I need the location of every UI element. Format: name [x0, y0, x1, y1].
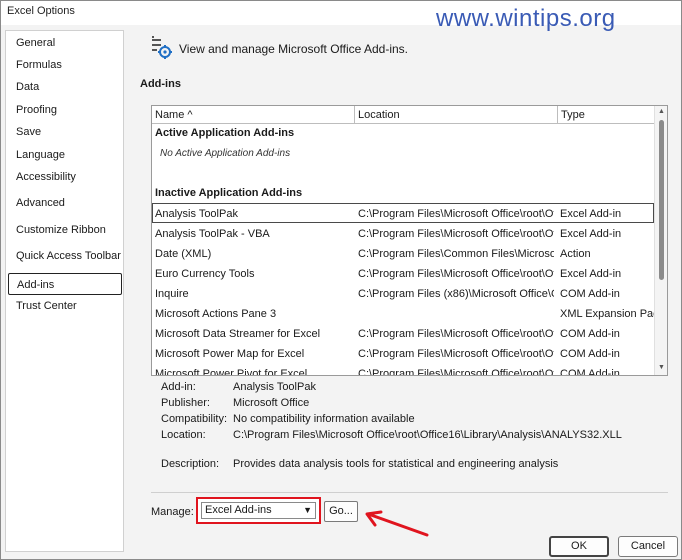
- red-arrow-icon: [365, 510, 429, 537]
- cell-name: Date (XML): [155, 248, 212, 260]
- cell-location: C:\Program Files\Common Files\Microsoft: [358, 248, 554, 260]
- nav-item-accessibility[interactable]: Accessibility: [8, 166, 122, 188]
- group-inactive-heading: Inactive Application Add-ins: [155, 187, 303, 199]
- header-text: View and manage Microsoft Office Add-ins…: [179, 42, 409, 56]
- scroll-thumb[interactable]: [659, 120, 664, 280]
- excel-options-window: Excel Options www.wintips.org General Fo…: [0, 0, 682, 560]
- column-header-type[interactable]: Type: [558, 106, 655, 124]
- vertical-scrollbar[interactable]: ▲ ▼: [654, 106, 667, 375]
- cell-name: Euro Currency Tools: [155, 268, 255, 280]
- table-row[interactable]: Microsoft Data Streamer for Excel C:\Pro…: [152, 324, 654, 344]
- table-row[interactable]: Microsoft Power Map for Excel C:\Program…: [152, 344, 654, 364]
- detail-label-location: Location:: [161, 429, 206, 441]
- cell-name: Inquire: [155, 288, 189, 300]
- detail-label-publisher: Publisher:: [161, 397, 210, 409]
- ok-button[interactable]: OK: [549, 536, 609, 557]
- cell-type: COM Add-in: [560, 368, 620, 376]
- nav-item-trust-center[interactable]: Trust Center: [8, 295, 122, 317]
- cell-type: Excel Add-in: [560, 268, 622, 280]
- cell-location: C:\Program Files (x86)\Microsoft Office\…: [358, 288, 554, 300]
- no-active-addins-text: No Active Application Add-ins: [160, 148, 291, 159]
- cancel-button[interactable]: Cancel: [618, 536, 678, 557]
- scroll-down-icon[interactable]: ▼: [658, 364, 665, 371]
- cell-name: Analysis ToolPak: [155, 208, 238, 220]
- cell-type: Action: [560, 248, 591, 260]
- cell-type: Excel Add-in: [560, 208, 622, 220]
- detail-value-compatibility: No compatibility information available: [233, 413, 415, 425]
- window-title: Excel Options: [7, 5, 75, 17]
- cell-type: Excel Add-in: [560, 228, 622, 240]
- addins-list[interactable]: Name ^ Location Type Active Application …: [151, 105, 668, 376]
- manage-select[interactable]: Excel Add-ins ▼: [201, 502, 316, 519]
- cell-location: C:\Program Files\Microsoft Office\root\O…: [358, 348, 554, 360]
- table-row[interactable]: Analysis ToolPak C:\Program Files\Micros…: [152, 203, 654, 223]
- manage-label: Manage:: [151, 506, 194, 518]
- nav-item-advanced[interactable]: Advanced: [8, 192, 122, 214]
- cell-name: Analysis ToolPak - VBA: [155, 228, 270, 240]
- manage-select-value: Excel Add-ins: [205, 504, 272, 516]
- table-row[interactable]: Microsoft Actions Pane 3 XML Expansion P…: [152, 304, 655, 324]
- addins-gear-icon: [152, 36, 172, 59]
- title-bar: Excel Options www.wintips.org: [1, 1, 681, 32]
- column-header-location[interactable]: Location: [355, 106, 558, 124]
- detail-value-description: Provides data analysis tools for statist…: [233, 458, 559, 470]
- divider: [151, 492, 668, 493]
- cell-location: C:\Program Files\Microsoft Office\root\O…: [358, 268, 554, 280]
- nav-item-proofing[interactable]: Proofing: [8, 99, 122, 121]
- nav-item-add-ins[interactable]: Add-ins: [8, 273, 122, 295]
- nav-item-formulas[interactable]: Formulas: [8, 54, 122, 76]
- cell-type: COM Add-in: [560, 328, 620, 340]
- cell-location: C:\Program Files\Microsoft Office\root\O…: [358, 208, 554, 220]
- table-row[interactable]: Inquire C:\Program Files (x86)\Microsoft…: [152, 284, 654, 304]
- detail-value-publisher: Microsoft Office: [233, 397, 310, 409]
- nav-item-language[interactable]: Language: [8, 144, 122, 166]
- cell-name: Microsoft Actions Pane 3: [155, 308, 277, 320]
- section-title: Add-ins: [140, 78, 181, 90]
- go-button[interactable]: Go...: [324, 501, 358, 522]
- table-row[interactable]: Analysis ToolPak - VBA C:\Program Files\…: [152, 224, 654, 244]
- table-row[interactable]: Euro Currency Tools C:\Program Files\Mic…: [152, 264, 654, 284]
- cell-location: C:\Program Files\Microsoft Office\root\O…: [358, 228, 554, 240]
- scroll-up-icon[interactable]: ▲: [658, 108, 665, 115]
- cell-type: COM Add-in: [560, 288, 620, 300]
- detail-label-description: Description:: [161, 458, 220, 470]
- table-row[interactable]: Microsoft Power Pivot for Excel C:\Progr…: [152, 364, 654, 376]
- cell-name: Microsoft Power Pivot for Excel: [155, 368, 308, 376]
- options-nav: General Formulas Data Proofing Save Lang…: [5, 30, 124, 552]
- cell-type: XML Expansion Pack: [560, 308, 655, 320]
- nav-item-quick-access-toolbar[interactable]: Quick Access Toolbar: [8, 245, 122, 267]
- cell-location: C:\Program Files\Microsoft Office\root\O…: [358, 328, 554, 340]
- table-row[interactable]: Date (XML) C:\Program Files\Common Files…: [152, 244, 654, 264]
- detail-value-addin: Analysis ToolPak: [233, 381, 316, 393]
- watermark: www.wintips.org: [436, 5, 616, 32]
- table-header: Name ^ Location Type: [152, 106, 655, 124]
- manage-highlight-box: Excel Add-ins ▼: [196, 497, 321, 524]
- cell-name: Microsoft Power Map for Excel: [155, 348, 305, 360]
- cell-location: C:\Program Files\Microsoft Office\root\O…: [358, 368, 554, 376]
- chevron-down-icon: ▼: [303, 505, 312, 515]
- column-header-name[interactable]: Name ^: [152, 106, 355, 124]
- nav-item-save[interactable]: Save: [8, 121, 122, 143]
- group-active-heading: Active Application Add-ins: [155, 127, 295, 139]
- nav-item-data[interactable]: Data: [8, 76, 122, 98]
- detail-value-location: C:\Program Files\Microsoft Office\root\O…: [233, 429, 622, 441]
- nav-item-general[interactable]: General: [8, 32, 122, 54]
- cell-name: Microsoft Data Streamer for Excel: [155, 328, 321, 340]
- cell-type: COM Add-in: [560, 348, 620, 360]
- detail-label-compatibility: Compatibility:: [161, 413, 228, 425]
- nav-item-customize-ribbon[interactable]: Customize Ribbon: [8, 219, 122, 241]
- detail-label-addin: Add-in:: [161, 381, 196, 393]
